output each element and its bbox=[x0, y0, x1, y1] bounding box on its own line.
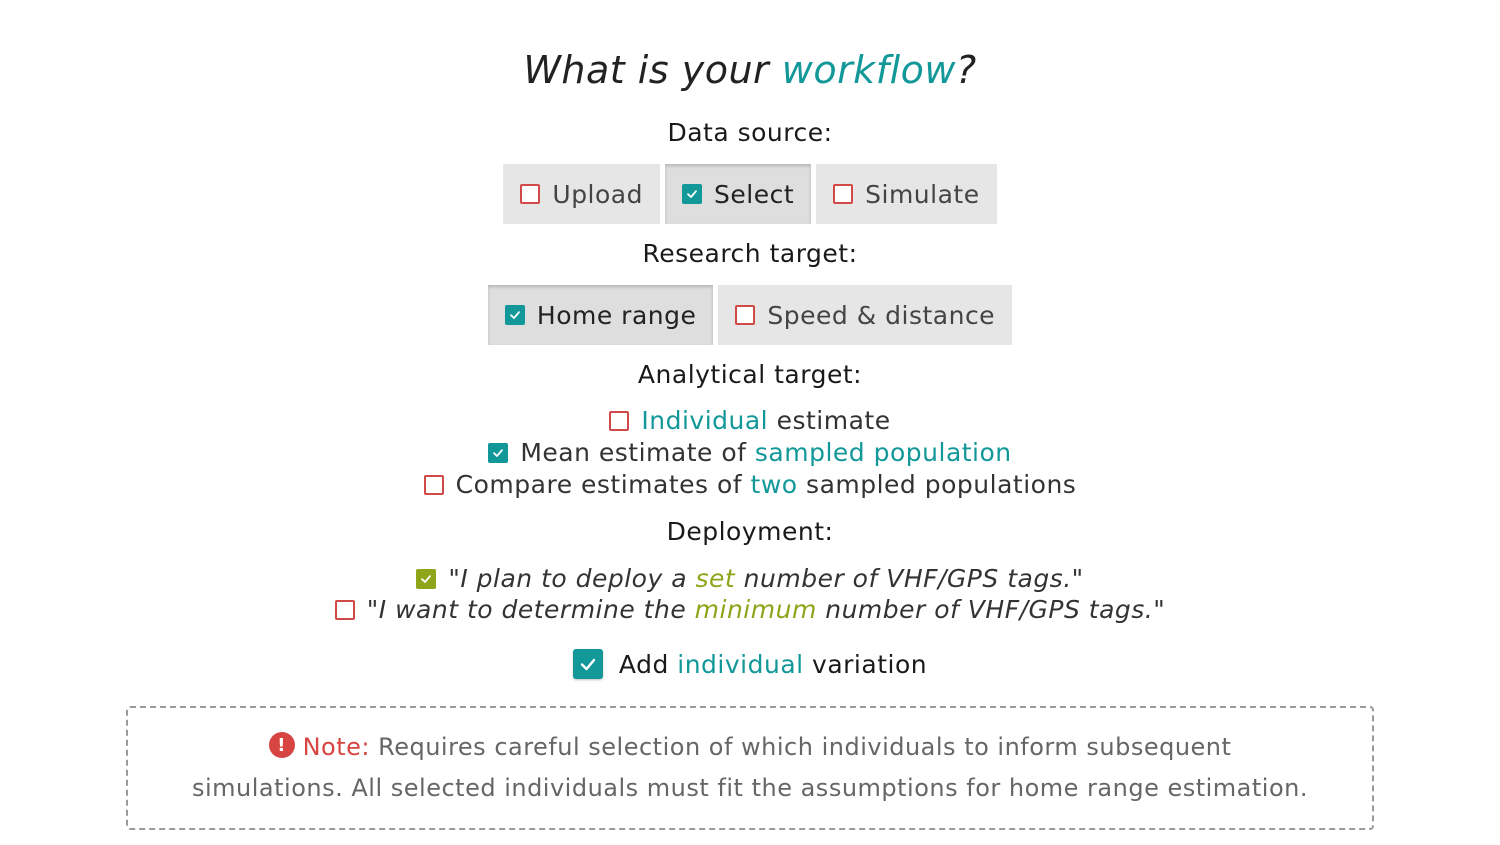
data-source-simulate-button[interactable]: Simulate bbox=[816, 164, 997, 224]
title-prefix: What is your bbox=[523, 48, 782, 92]
option-text: sampled populations bbox=[797, 470, 1077, 499]
button-label: Simulate bbox=[865, 179, 980, 209]
option-text: estimate bbox=[768, 406, 891, 435]
exclamation-icon: ! bbox=[268, 732, 295, 758]
deployment-option-minimum[interactable]: "I want to determine the minimum number … bbox=[0, 595, 1500, 624]
option-text: Mean estimate of bbox=[520, 438, 755, 467]
data-source-upload-button[interactable]: Upload bbox=[503, 164, 660, 224]
research-target-label: Research target: bbox=[642, 239, 858, 268]
button-label: Home range bbox=[536, 300, 697, 330]
data-source-label: Data source: bbox=[667, 118, 833, 147]
checkbox-icon bbox=[609, 410, 630, 431]
option-accent: individual bbox=[677, 649, 804, 679]
analytical-option-compare[interactable]: Compare estimates of two sampled populat… bbox=[0, 470, 1500, 499]
option-text: Add bbox=[618, 649, 678, 679]
button-label: Speed & distance bbox=[767, 300, 996, 330]
deployment-option-set[interactable]: "I plan to deploy a set number of VHF/GP… bbox=[0, 564, 1500, 593]
note-label: Note: bbox=[302, 733, 370, 761]
checkmark-icon bbox=[504, 305, 525, 325]
option-accent: Individual bbox=[641, 406, 769, 435]
button-label: Upload bbox=[552, 179, 643, 209]
checkbox-icon bbox=[520, 184, 541, 204]
checkbox-icon bbox=[334, 599, 355, 620]
page-title: What is your workflow? bbox=[0, 48, 1500, 92]
checkbox-icon bbox=[833, 184, 854, 204]
checkbox-icon bbox=[423, 474, 444, 495]
option-accent: sampled population bbox=[754, 438, 1012, 467]
analytical-target-label: Analytical target: bbox=[637, 360, 863, 389]
analytical-option-mean[interactable]: Mean estimate of sampled population bbox=[0, 438, 1500, 467]
note-text: ! Note: Requires careful selection of whi… bbox=[190, 727, 1310, 809]
option-text: "I want to determine the bbox=[366, 595, 695, 624]
research-target-speed-distance-button[interactable]: Speed & distance bbox=[718, 285, 1013, 345]
checkmark-icon bbox=[416, 568, 437, 589]
research-target-home-range-button[interactable]: Home range bbox=[487, 285, 714, 345]
option-text: Compare estimates of bbox=[455, 470, 751, 499]
option-text: variation bbox=[803, 649, 928, 679]
research-target-group: Home range Speed & distance bbox=[0, 285, 1500, 345]
title-accent: workflow bbox=[781, 48, 956, 92]
add-variation-checkbox[interactable]: Add individual variation bbox=[0, 649, 1500, 679]
checkmark-icon bbox=[682, 184, 702, 204]
option-accent: minimum bbox=[694, 595, 817, 624]
deployment-label: Deployment: bbox=[666, 517, 834, 546]
title-suffix: ? bbox=[955, 48, 977, 92]
checkmark-icon bbox=[488, 442, 509, 463]
option-text: number of VHF/GPS tags." bbox=[816, 595, 1166, 624]
option-accent: set bbox=[695, 564, 736, 593]
option-text: number of VHF/GPS tags." bbox=[735, 564, 1084, 593]
analytical-option-individual[interactable]: Individual estimate bbox=[0, 406, 1500, 435]
option-accent: two bbox=[750, 470, 798, 499]
checkmark-icon bbox=[572, 649, 603, 679]
data-source-group: Upload Select Simulate bbox=[0, 164, 1500, 224]
checkbox-icon bbox=[735, 305, 756, 325]
button-label: Select bbox=[714, 179, 795, 209]
data-source-select-button[interactable]: Select bbox=[665, 164, 812, 224]
option-text: "I plan to deploy a bbox=[448, 564, 696, 593]
note-box: ! Note: Requires careful selection of whi… bbox=[126, 706, 1374, 830]
